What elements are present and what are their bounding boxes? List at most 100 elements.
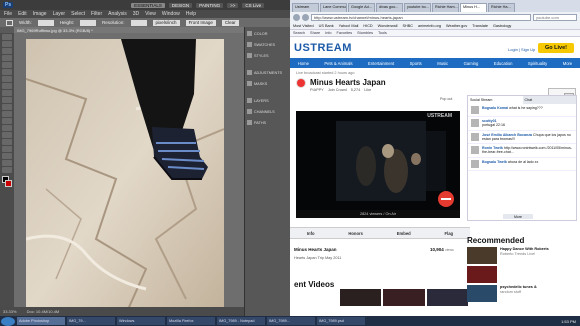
nav-education[interactable]: Education — [494, 61, 513, 66]
bookmark-item[interactable]: Translate — [472, 24, 488, 28]
healing-brush-tool-icon[interactable] — [2, 76, 12, 82]
nav-home[interactable]: Home — [298, 61, 309, 66]
toolbar-item[interactable]: Tools — [378, 31, 387, 35]
menu-filter[interactable]: Filter — [91, 11, 102, 17]
tab-chat[interactable]: Chat — [522, 96, 576, 104]
nav-gaming[interactable]: Gaming — [464, 61, 479, 66]
front-image-button[interactable]: Front Image — [185, 19, 216, 26]
join-crowd-button[interactable]: Join Crowd — [328, 88, 347, 92]
channel-owner-link[interactable]: PIAPPY — [310, 88, 324, 92]
ustream-logo[interactable]: USTREAM — [294, 42, 352, 54]
browser-tab-active[interactable]: Minus H... — [460, 3, 487, 12]
clone-stamp-tool-icon[interactable] — [2, 90, 12, 96]
nav-sports[interactable]: Sports — [410, 61, 422, 66]
start-button[interactable] — [1, 316, 15, 326]
recommended-thumbnail[interactable] — [467, 285, 497, 302]
cs-live-button[interactable]: CS Live — [242, 2, 265, 8]
bookmark-item[interactable]: animeinfo.org — [418, 24, 441, 28]
toolbar-item[interactable]: Share — [310, 31, 320, 35]
nav-spirituality[interactable]: Spirituality — [528, 61, 547, 66]
chat-username[interactable]: Bogsalu Komai — [482, 106, 508, 110]
canvas-area[interactable] — [14, 33, 244, 316]
height-field[interactable] — [80, 19, 97, 26]
go-live-button[interactable]: Go Live! — [538, 43, 574, 53]
nav-entertainment[interactable]: Entertainment — [368, 61, 394, 66]
menu-select[interactable]: Select — [71, 11, 85, 17]
tab-honors[interactable]: Honors — [348, 231, 363, 236]
tab-social-stream[interactable]: Social Stream — [468, 96, 522, 104]
background-color-swatch[interactable] — [5, 180, 12, 187]
workspace-painting[interactable]: PAINTING — [196, 2, 224, 8]
workspace-more[interactable]: >> — [227, 2, 239, 8]
width-field[interactable] — [37, 19, 54, 26]
avatar[interactable] — [471, 146, 479, 155]
recommended-thumbnail[interactable] — [467, 266, 497, 283]
menu-view[interactable]: View — [145, 11, 156, 17]
zoom-level[interactable]: 33.33% — [3, 309, 17, 314]
menu-layer[interactable]: Layer — [53, 11, 66, 17]
recommended-thumbnail[interactable] — [467, 247, 497, 264]
login-signup-link[interactable]: Login | Sign Up — [508, 47, 535, 52]
toolbar-item[interactable]: Stumbles — [357, 31, 373, 35]
taskbar-item[interactable]: IMG_79... — [67, 317, 115, 325]
avatar[interactable] — [471, 159, 479, 168]
recommended-item[interactable] — [467, 266, 577, 284]
blur-tool-icon[interactable] — [2, 118, 12, 124]
taskbar-item[interactable]: IMG_7989.psd — [317, 317, 365, 325]
menu-help[interactable]: Help — [186, 11, 196, 17]
taskbar-item[interactable]: Windows — [117, 317, 165, 325]
shape-tool-icon[interactable] — [2, 153, 12, 159]
clear-button[interactable]: Clear — [221, 19, 239, 26]
hand-tool-icon[interactable] — [2, 160, 12, 166]
menu-analysis[interactable]: Analysis — [108, 11, 127, 17]
panel-styles[interactable]: STYLES — [245, 51, 290, 60]
tab-embed[interactable]: Embed — [397, 231, 411, 236]
recommended-item[interactable]: psychedelic tunes & random stuff — [467, 285, 577, 303]
menu-edit[interactable]: Edit — [18, 11, 27, 17]
browser-tab[interactable]: Google Ad... — [348, 3, 375, 12]
toolbar-item[interactable]: Search — [293, 31, 305, 35]
panel-layers[interactable]: LAYERS — [245, 96, 290, 105]
bookmark-item[interactable]: Weather.gov — [446, 24, 467, 28]
nav-pets[interactable]: Pets & Animals — [324, 61, 352, 66]
browser-tab[interactable]: youtube bo... — [404, 3, 431, 12]
taskbar-item[interactable]: Adobe Photoshop — [17, 317, 65, 325]
like-button[interactable]: Like — [364, 88, 371, 92]
menu-file[interactable]: File — [4, 11, 12, 17]
avatar[interactable] — [471, 119, 479, 127]
panel-masks[interactable]: MASKS — [245, 79, 290, 88]
browser-search-input[interactable]: youtube.com — [533, 13, 577, 21]
menu-image[interactable]: Image — [33, 11, 47, 17]
more-button[interactable]: More — [503, 214, 533, 219]
browser-tab[interactable]: Richie Ham... — [432, 3, 459, 12]
dodge-tool-icon[interactable] — [2, 125, 12, 131]
panel-color[interactable]: COLOR — [245, 29, 290, 38]
toolbar-item[interactable]: Info — [325, 31, 331, 35]
panel-channels[interactable]: CHANNELS — [245, 107, 290, 116]
document-photo[interactable] — [26, 39, 224, 314]
nav-music[interactable]: Music — [437, 61, 448, 66]
resolution-unit-select[interactable]: pixels/inch — [152, 19, 180, 26]
bookmark-item[interactable]: US Bank — [319, 24, 334, 28]
video-thumbnail[interactable] — [383, 289, 425, 306]
workspace-design[interactable]: DESIGN — [168, 2, 193, 8]
video-thumbnail[interactable] — [426, 289, 468, 306]
history-brush-tool-icon[interactable] — [2, 97, 12, 103]
gradient-tool-icon[interactable] — [2, 111, 12, 117]
bookmark-item[interactable]: Most Visited — [293, 24, 314, 28]
crop-tool-button-icon[interactable] — [2, 62, 12, 68]
browser-tab[interactable]: Richie Ha... — [488, 3, 515, 12]
popout-link[interactable]: Pop out — [440, 97, 452, 101]
toolbar-item[interactable]: Favorites — [337, 31, 353, 35]
forward-icon[interactable] — [302, 13, 309, 21]
path-selection-tool-icon[interactable] — [2, 146, 12, 152]
pen-tool-icon[interactable] — [2, 132, 12, 138]
taskbar-item[interactable]: Mozilla Firefox — [167, 317, 215, 325]
avatar[interactable] — [471, 106, 479, 114]
lasso-tool-icon[interactable] — [2, 48, 12, 54]
brush-tool-icon[interactable] — [2, 83, 12, 89]
browser-tab[interactable]: Ustream — [292, 3, 319, 12]
bookmark-item[interactable]: SHBC — [402, 24, 413, 28]
back-icon[interactable] — [293, 13, 300, 21]
quick-select-tool-icon[interactable] — [2, 55, 12, 61]
